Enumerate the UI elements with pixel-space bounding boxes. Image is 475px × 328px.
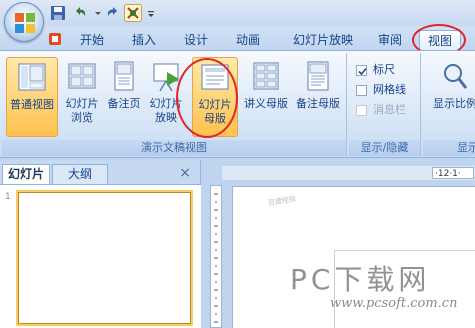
handout-master-button[interactable]: 讲义母版 bbox=[240, 57, 292, 137]
slide-sorter-label-2: 浏览 bbox=[71, 111, 93, 124]
slide-thumbnail[interactable] bbox=[18, 192, 191, 324]
message-bar-checkbox-box bbox=[356, 104, 367, 116]
gridlines-checkbox-box[interactable] bbox=[356, 84, 367, 96]
highlight-oval-slide-master bbox=[176, 58, 238, 138]
slide-sorter-icon bbox=[68, 63, 96, 89]
save-icon[interactable] bbox=[50, 5, 66, 21]
tab-insert[interactable]: 插入 bbox=[126, 30, 162, 50]
undo-icon[interactable] bbox=[72, 5, 88, 21]
slideshow-label-2: 放映 bbox=[155, 111, 177, 124]
zoom-label: 显示比例 bbox=[433, 97, 475, 110]
quick-access-custom-icon[interactable] bbox=[124, 4, 142, 22]
checkmark-icon bbox=[358, 67, 367, 75]
normal-view-label: 普通视图 bbox=[10, 98, 54, 111]
watermark-main: PC下载网 bbox=[290, 263, 431, 296]
ruler-ticks-icon bbox=[214, 193, 218, 323]
undo-dropdown-icon[interactable] bbox=[90, 5, 106, 21]
gridlines-checkbox-label: 网格线 bbox=[373, 83, 406, 96]
ruler-checkbox[interactable]: 标尺 bbox=[356, 62, 395, 80]
tab-slideshow[interactable]: 幻灯片放映 bbox=[286, 30, 360, 50]
notes-page-icon bbox=[114, 61, 134, 91]
normal-view-button[interactable]: 普通视图 bbox=[6, 57, 58, 137]
notes-master-icon bbox=[307, 61, 329, 91]
message-bar-checkbox: 消息栏 bbox=[356, 102, 406, 120]
slide-sorter-label-1: 幻灯片 bbox=[65, 97, 99, 110]
tab-design[interactable]: 设计 bbox=[178, 30, 214, 50]
redo-icon[interactable] bbox=[105, 5, 121, 21]
title-bar bbox=[0, 0, 475, 26]
zoom-magnifier-icon bbox=[444, 64, 468, 89]
customize-qat-icon[interactable] bbox=[146, 5, 156, 21]
handout-master-icon bbox=[253, 62, 279, 90]
group-presentation-views-label: 演示文稿视图 bbox=[2, 140, 346, 156]
vertical-ruler bbox=[210, 185, 222, 328]
ruler-checkbox-box[interactable] bbox=[356, 64, 367, 76]
tab-home[interactable]: 开始 bbox=[74, 30, 110, 50]
slides-pane-tabs: 幻灯片 大纲 × bbox=[0, 164, 201, 184]
message-bar-checkbox-label: 消息栏 bbox=[373, 103, 406, 116]
tab-animations[interactable]: 动画 bbox=[230, 30, 266, 50]
normal-view-icon bbox=[18, 63, 46, 91]
handout-master-label: 讲义母版 bbox=[244, 97, 288, 110]
group-presentation-views: 普通视图 幻灯片 浏览 备注页 幻灯片 放映 幻灯片 母版 讲义母版 备注母版 … bbox=[2, 53, 347, 156]
group-show-hide-label: 显示/隐藏 bbox=[349, 140, 420, 156]
slide-number: 1 bbox=[5, 192, 11, 202]
ruler-marker: ·12·1· bbox=[432, 167, 474, 179]
group-zoom-label: 显示 bbox=[423, 140, 475, 156]
tab-outline[interactable]: 大纲 bbox=[52, 164, 108, 184]
office-logo-icon bbox=[15, 13, 35, 33]
addin-icon[interactable] bbox=[48, 32, 62, 46]
group-zoom: 显示比例 显示 bbox=[423, 53, 475, 156]
notes-master-label: 备注母版 bbox=[296, 97, 340, 110]
ruler-checkbox-label: 标尺 bbox=[373, 63, 395, 76]
notes-page-button[interactable]: 备注页 bbox=[102, 57, 146, 137]
ribbon-tab-row: 开始 插入 设计 动画 幻灯片放映 审阅 视图 bbox=[0, 26, 475, 50]
office-button[interactable] bbox=[4, 2, 44, 42]
slide-sorter-button[interactable]: 幻灯片 浏览 bbox=[60, 57, 104, 137]
notes-master-button[interactable]: 备注母版 bbox=[292, 57, 344, 137]
tab-review[interactable]: 审阅 bbox=[372, 30, 408, 50]
gridlines-checkbox[interactable]: 网格线 bbox=[356, 82, 406, 100]
tab-slides[interactable]: 幻灯片 bbox=[2, 164, 50, 184]
zoom-button[interactable]: 显示比例 bbox=[425, 57, 475, 137]
close-icon[interactable]: × bbox=[178, 166, 192, 180]
notes-page-label: 备注页 bbox=[107, 97, 141, 110]
watermark-url: www.pcsoft.com.cn bbox=[330, 296, 458, 311]
